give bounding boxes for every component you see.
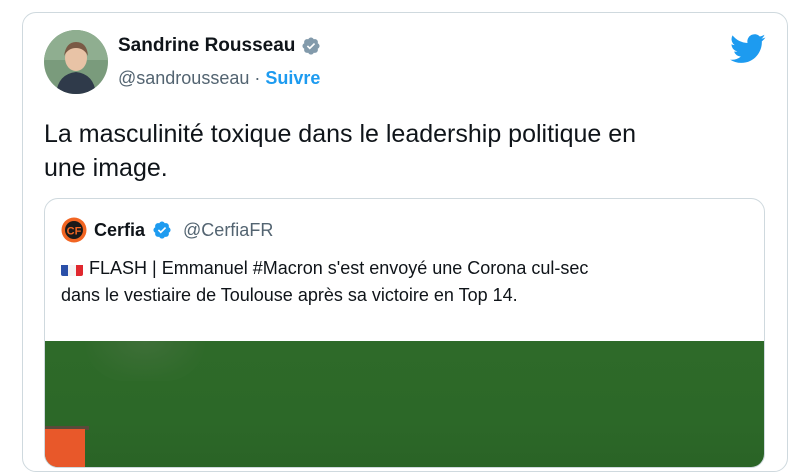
quoted-text: FLASH | Emmanuel #Macron s'est envoyé un… — [61, 255, 751, 309]
verified-badge-icon — [302, 37, 320, 55]
verified-badge-icon — [153, 221, 171, 239]
author-name-row[interactable]: Sandrine Rousseau — [118, 35, 321, 57]
cerfia-logo-icon: CF — [61, 217, 87, 243]
quoted-text-line1: FLASH | Emmanuel #Macron s'est envoyé un… — [89, 258, 589, 278]
author-handle[interactable]: @sandrousseau — [118, 68, 249, 89]
separator-dot: · — [254, 68, 261, 88]
quoted-text-line2: dans le vestiaire de Toulouse après sa v… — [61, 285, 518, 305]
quoted-author-handle[interactable]: @CerfiaFR — [183, 220, 273, 241]
quoted-text-line: FLASH | Emmanuel #Macron s'est envoyé un… — [61, 255, 751, 282]
french-flag-icon — [61, 261, 83, 276]
tweet-text-line: une image. — [44, 154, 168, 182]
tweet-text-line: La masculinité toxique dans le leadershi… — [44, 120, 637, 148]
media-orange-object — [45, 429, 85, 467]
avatar[interactable] — [44, 30, 108, 94]
tweet-text: La masculinité toxique dans le leadershi… — [44, 117, 754, 185]
quoted-author-name[interactable]: Cerfia — [94, 220, 145, 241]
author-handle-row: @sandrousseau · Suivre — [118, 68, 320, 89]
twitter-bird-icon[interactable] — [730, 34, 766, 64]
quoted-media-image[interactable] — [45, 341, 764, 467]
author-name[interactable]: Sandrine Rousseau — [118, 35, 295, 57]
quoted-header: CF Cerfia @CerfiaFR — [61, 217, 273, 243]
follow-button[interactable]: Suivre — [265, 68, 320, 89]
quoted-tweet[interactable]: CF Cerfia @CerfiaFR FLASH | Emmanuel #Ma… — [44, 198, 765, 468]
svg-text:CF: CF — [67, 226, 82, 238]
media-shadow — [85, 341, 205, 381]
